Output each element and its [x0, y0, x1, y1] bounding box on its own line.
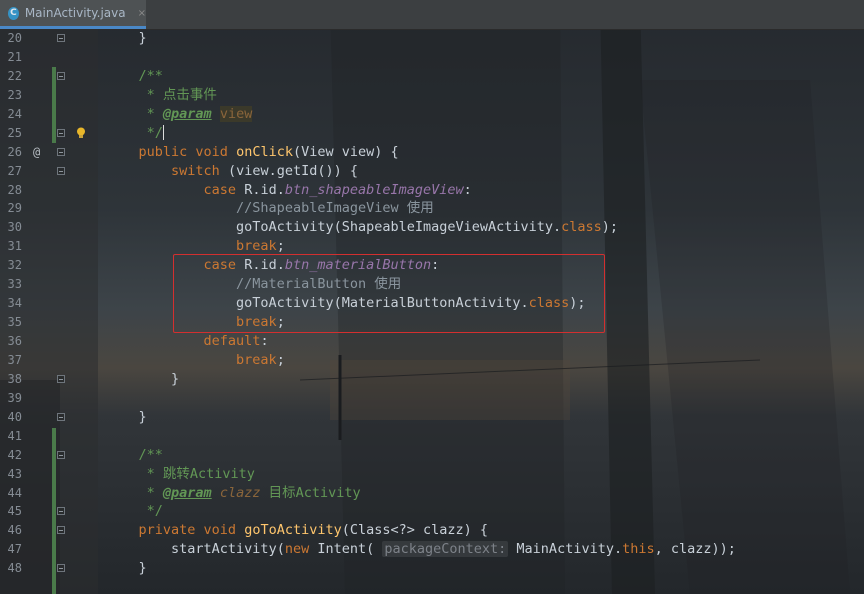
code-line: 37 break;	[0, 351, 864, 370]
code-line: 29 //ShapeableImageView 使用	[0, 199, 864, 218]
code-line: 21	[0, 48, 864, 67]
line-number: 43	[7, 466, 22, 481]
line-number: 24	[7, 106, 22, 121]
line-number: 26	[7, 144, 22, 159]
line-number: 23	[7, 87, 22, 102]
text-caret	[162, 125, 165, 141]
line-number: 27	[7, 163, 22, 178]
line-number: 37	[7, 352, 22, 367]
line-number: 20	[7, 31, 22, 45]
line-number: 31	[7, 239, 22, 254]
fold-icon[interactable]	[57, 128, 65, 137]
code-line: 43 * 跳转Activity	[0, 465, 864, 484]
line-number: 28	[7, 182, 22, 197]
java-class-icon: C	[8, 6, 19, 20]
code-line: 24 * @param view	[0, 105, 864, 124]
code-line: 27 switch (view.getId()) {	[0, 162, 864, 181]
line-number: 36	[7, 334, 22, 348]
line-number: 22	[7, 68, 22, 83]
annotation-highlight-box	[173, 254, 605, 333]
line-number: 32	[7, 258, 22, 273]
fold-icon[interactable]	[57, 147, 65, 156]
line-number: 41	[7, 428, 22, 443]
line-number: 38	[7, 371, 22, 386]
code-line: 30 goToActivity(ShapeableImageViewActivi…	[0, 218, 864, 237]
tab-main-activity[interactable]: C MainActivity.java ×	[0, 0, 146, 29]
code-line: 47 startActivity(new Intent( packageCont…	[0, 540, 864, 559]
fold-icon[interactable]	[57, 34, 65, 42]
tab-filename: MainActivity.java	[24, 6, 126, 20]
line-number: 48	[7, 561, 22, 576]
fold-icon[interactable]	[57, 450, 65, 459]
code-line: 26 @ public void onClick(View view) {	[0, 143, 864, 162]
override-marker-icon[interactable]: @	[33, 143, 40, 162]
fold-icon[interactable]	[57, 412, 65, 421]
parameter-hint: packageContext:	[382, 541, 509, 558]
line-number: 34	[7, 296, 22, 311]
fold-icon[interactable]	[57, 526, 65, 535]
code-line: 25 */	[0, 124, 864, 143]
line-number: 29	[7, 201, 22, 216]
line-number: 30	[7, 220, 22, 235]
code-line: 46 private void goToActivity(Class<?> cl…	[0, 521, 864, 540]
lightbulb-icon[interactable]	[76, 127, 86, 139]
line-number: 21	[7, 49, 22, 64]
code-line: 40 }	[0, 408, 864, 427]
code-line: 36 default:	[0, 332, 864, 351]
code-line: 45 */	[0, 502, 864, 521]
fold-icon[interactable]	[57, 564, 65, 573]
line-number: 40	[7, 409, 22, 424]
line-number: 39	[7, 390, 22, 405]
code-line: 20 }	[0, 29, 864, 48]
line-number: 46	[7, 523, 22, 538]
fold-icon[interactable]	[57, 166, 65, 175]
fold-icon[interactable]	[57, 71, 65, 80]
line-number: 25	[7, 125, 22, 140]
line-number: 44	[7, 485, 22, 500]
close-icon[interactable]: ×	[138, 8, 146, 19]
line-number: 47	[7, 542, 22, 557]
code-line: 38 }	[0, 370, 864, 389]
code-line: 39	[0, 389, 864, 408]
code-line: 41	[0, 427, 864, 446]
line-number: 45	[7, 504, 22, 519]
line-number: 42	[7, 447, 22, 462]
line-number: 33	[7, 277, 22, 292]
code-line: 23 * 点击事件	[0, 86, 864, 105]
code-line: 48 }	[0, 559, 864, 578]
code-line: 44 * @param clazz 目标Activity	[0, 484, 864, 503]
editor-tab-bar: C MainActivity.java ×	[0, 0, 864, 30]
line-number: 35	[7, 315, 22, 330]
code-line: 28 case R.id.btn_shapeableImageView:	[0, 181, 864, 200]
code-line: 22 /**	[0, 67, 864, 86]
code-line: 42 /**	[0, 446, 864, 465]
fold-icon[interactable]	[57, 507, 65, 516]
fold-icon[interactable]	[57, 374, 65, 383]
